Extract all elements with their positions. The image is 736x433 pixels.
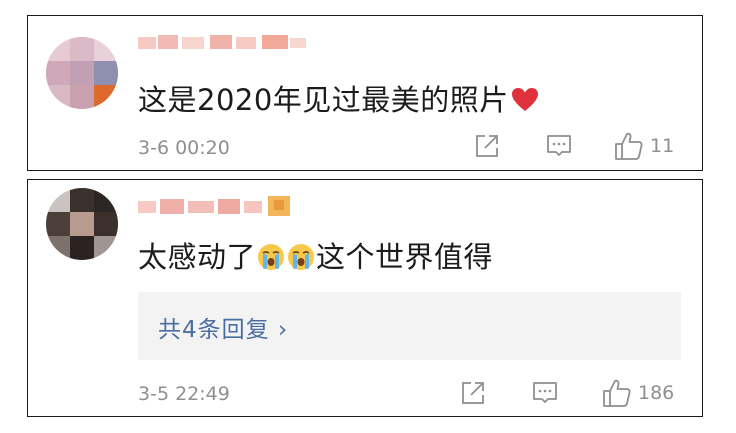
view-replies-button[interactable]: 共4条回复 › bbox=[138, 292, 681, 360]
username-blur-icon bbox=[138, 196, 290, 216]
thumbs-up-icon bbox=[615, 132, 643, 160]
avatar-pixelated-icon bbox=[46, 188, 118, 260]
reply-button[interactable] bbox=[532, 380, 558, 406]
crying-face-icon bbox=[258, 244, 285, 270]
comment-card: 太感动了 这个世界值得 共4条回复 › 3-5 22:49 186 bbox=[27, 179, 703, 417]
comment-body-part1: 太感动了 bbox=[138, 240, 257, 274]
user-avatar[interactable] bbox=[46, 188, 118, 260]
like-button[interactable]: 186 bbox=[602, 378, 674, 408]
heart-icon bbox=[511, 88, 538, 111]
username-redacted[interactable] bbox=[138, 31, 318, 55]
comment-icon bbox=[533, 382, 557, 403]
reply-button[interactable] bbox=[546, 133, 572, 159]
username-blur-icon bbox=[138, 35, 306, 49]
comment-icon bbox=[547, 135, 571, 156]
comment-text: 这是2020年见过最美的照片 bbox=[138, 82, 539, 118]
share-button[interactable] bbox=[460, 380, 486, 406]
comment-timestamp: 3-5 22:49 bbox=[138, 383, 230, 405]
share-button[interactable] bbox=[474, 133, 500, 159]
username-redacted[interactable] bbox=[138, 194, 318, 218]
comment-timestamp: 3-6 00:20 bbox=[138, 137, 230, 159]
comment-text: 太感动了 这个世界值得 bbox=[138, 239, 493, 275]
comment-body-part2: 这个世界值得 bbox=[316, 240, 494, 274]
avatar-pixelated-icon bbox=[46, 37, 118, 109]
thumbs-up-icon bbox=[603, 379, 631, 407]
crying-face-icon bbox=[288, 244, 315, 270]
share-icon bbox=[462, 382, 484, 404]
comment-card: 这是2020年见过最美的照片 3-6 00:20 11 bbox=[27, 15, 703, 171]
user-avatar[interactable] bbox=[46, 37, 118, 109]
like-button[interactable]: 11 bbox=[614, 131, 674, 161]
share-icon bbox=[476, 135, 498, 157]
like-count: 11 bbox=[650, 135, 675, 157]
like-count: 186 bbox=[638, 382, 675, 404]
view-replies-label: 共4条回复 › bbox=[158, 317, 289, 343]
comment-body: 这是2020年见过最美的照片 bbox=[138, 83, 509, 117]
